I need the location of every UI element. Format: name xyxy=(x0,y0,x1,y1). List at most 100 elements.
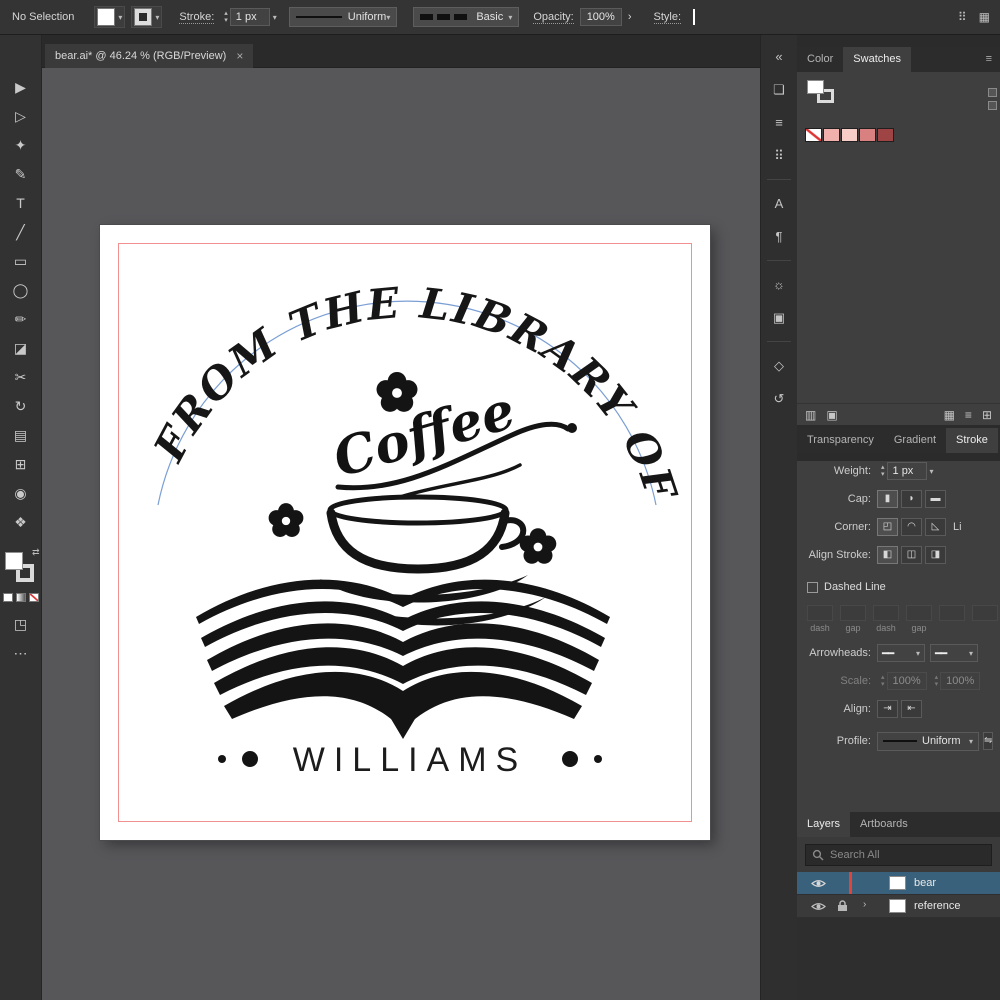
lock-icon[interactable] xyxy=(837,900,848,915)
stroke-weight-control[interactable]: ▴▾ 1 px ▾ xyxy=(224,8,277,26)
gap-field[interactable] xyxy=(840,605,866,621)
swap-fill-stroke-icon[interactable]: ⇄ xyxy=(32,547,40,558)
eraser-tool[interactable]: ◪ xyxy=(7,334,35,363)
more-tools-button[interactable]: ⋯ xyxy=(7,639,35,668)
round-join-button[interactable]: ◠ xyxy=(901,518,922,536)
list-view-icon[interactable] xyxy=(988,88,997,97)
draw-modes-button[interactable]: ◳ xyxy=(7,610,35,639)
name-text[interactable]: WILLIAMS xyxy=(293,741,527,779)
layer-thumbnail[interactable] xyxy=(889,876,906,890)
fill-swatch[interactable] xyxy=(5,552,23,570)
dash-field[interactable] xyxy=(939,605,965,621)
tab-color[interactable]: Color xyxy=(797,47,843,72)
dash-field[interactable] xyxy=(807,605,833,621)
gap-field[interactable] xyxy=(906,605,932,621)
close-icon[interactable]: × xyxy=(236,44,243,68)
stepper-arrows-icon[interactable]: ▴▾ xyxy=(224,10,228,24)
flip-profile-button[interactable]: ⇋ xyxy=(983,732,993,750)
paragraph-icon[interactable]: ¶ xyxy=(766,223,792,250)
swatch-color[interactable] xyxy=(859,128,876,142)
app-grid-icon[interactable]: ⠿ xyxy=(958,10,967,24)
stamp-artwork[interactable]: FROM THE LIBRARY OF xyxy=(100,225,710,840)
transform-icon[interactable]: ⠿ xyxy=(766,142,792,169)
arrow-extend-button[interactable]: ⇥ xyxy=(877,700,898,718)
stepper-arrows-icon[interactable]: ▴▾ xyxy=(881,464,885,478)
stroke-weight-value[interactable]: 1 px xyxy=(230,8,270,26)
show-kinds-icon[interactable]: ▦ xyxy=(944,408,955,422)
opacity-label[interactable]: Opacity: xyxy=(533,11,573,24)
miter-join-button[interactable]: ◰ xyxy=(877,518,898,536)
weight-value[interactable]: 1 px xyxy=(887,462,927,480)
swatch-none[interactable] xyxy=(805,128,822,142)
character-icon[interactable]: A xyxy=(766,190,792,217)
tab-layers[interactable]: Layers xyxy=(797,812,850,837)
name-line[interactable]: WILLIAMS xyxy=(218,741,602,779)
swatch-color[interactable] xyxy=(841,128,858,142)
panel-menu-icon[interactable]: ≡ xyxy=(978,47,1000,72)
layer-name[interactable]: bear xyxy=(914,877,936,889)
line-segment-tool[interactable]: ╱ xyxy=(7,218,35,247)
mini-fill-swatch[interactable] xyxy=(807,80,824,94)
ellipse-tool[interactable]: ◯ xyxy=(7,276,35,305)
stroke-weight-stepper[interactable]: ▴▾ 1 px ▾ xyxy=(881,462,934,480)
stroke-label[interactable]: Stroke: xyxy=(179,11,214,24)
swatch-color[interactable] xyxy=(823,128,840,142)
artboard[interactable]: FROM THE LIBRARY OF xyxy=(100,225,710,840)
pathfinder-icon[interactable]: ❏ xyxy=(766,76,792,103)
expand-chevron-icon[interactable]: › xyxy=(863,899,866,910)
round-cap-button[interactable]: ◗ xyxy=(901,490,922,508)
gradient-button[interactable] xyxy=(16,593,26,602)
graphic-styles-icon[interactable]: ▣ xyxy=(766,304,792,331)
gap-field[interactable] xyxy=(972,605,998,621)
align-icon[interactable]: ≡ xyxy=(766,109,792,136)
layers-search[interactable] xyxy=(805,844,992,866)
paintbrush-tool[interactable]: ✏ xyxy=(7,305,35,334)
tab-swatches[interactable]: Swatches xyxy=(843,47,911,72)
layer-row-bear[interactable]: bear xyxy=(797,872,1000,895)
bevel-join-button[interactable]: ◺ xyxy=(925,518,946,536)
dashed-line-checkbox[interactable] xyxy=(807,582,818,593)
brush-definition-dropdown[interactable]: Basic ▾ xyxy=(413,7,519,27)
eyedropper-tool[interactable]: ◉ xyxy=(7,479,35,508)
style-label[interactable]: Style: xyxy=(654,11,682,24)
scissors-tool[interactable]: ✂ xyxy=(7,363,35,392)
align-outside-button[interactable]: ◨ xyxy=(925,546,946,564)
dash-field[interactable] xyxy=(873,605,899,621)
mesh-tool[interactable]: ⊞ xyxy=(7,450,35,479)
visibility-eye-icon[interactable] xyxy=(811,878,826,892)
type-tool[interactable]: T xyxy=(7,189,35,218)
rectangle-tool[interactable]: ▭ xyxy=(7,247,35,276)
tab-transparency[interactable]: Transparency xyxy=(797,428,884,453)
direct-selection-tool[interactable]: ▷ xyxy=(7,102,35,131)
selection-tool[interactable]: ▶ xyxy=(7,73,35,102)
none-button[interactable] xyxy=(29,593,39,602)
workspace-icon[interactable]: ▦ xyxy=(979,10,990,24)
tab-stroke[interactable]: Stroke xyxy=(946,428,998,453)
width-profile-dropdown[interactable]: Uniform ▾ xyxy=(289,7,398,27)
align-center-button[interactable]: ◧ xyxy=(877,546,898,564)
layer-name[interactable]: reference xyxy=(914,900,960,912)
visibility-eye-icon[interactable] xyxy=(811,901,826,915)
arrow-place-button[interactable]: ⇤ xyxy=(901,700,922,718)
fill-stroke-control[interactable]: ⇄ xyxy=(4,551,38,587)
align-inside-button[interactable]: ◫ xyxy=(901,546,922,564)
canvas[interactable]: FROM THE LIBRARY OF xyxy=(42,68,760,1000)
thumb-view-icon[interactable] xyxy=(988,101,997,110)
mini-fill-stroke[interactable] xyxy=(807,80,839,108)
rotate-tool[interactable]: ↻ xyxy=(7,392,35,421)
collapse-panels-icon[interactable]: « xyxy=(766,43,792,70)
profile-dropdown[interactable]: Uniform ▾ xyxy=(877,732,979,751)
butt-cap-button[interactable]: ▮ xyxy=(877,490,898,508)
search-input[interactable] xyxy=(830,849,960,861)
projecting-cap-button[interactable]: ▬ xyxy=(925,490,946,508)
symbols-icon[interactable]: ◇ xyxy=(766,352,792,379)
fill-color-dropdown[interactable]: ▾ xyxy=(94,6,125,28)
document-tab[interactable]: bear.ai* @ 46.24 % (RGB/Preview) × xyxy=(45,44,253,68)
history-icon[interactable]: ↺ xyxy=(766,385,792,412)
color-button[interactable] xyxy=(3,593,13,602)
new-swatch-icon[interactable]: ⊞ xyxy=(982,408,992,422)
opacity-value[interactable]: 100% xyxy=(580,8,622,26)
tab-gradient[interactable]: Gradient xyxy=(884,428,946,453)
tab-artboards[interactable]: Artboards xyxy=(850,812,918,837)
arrowhead-end-dropdown[interactable]: ━━▾ xyxy=(930,644,978,662)
